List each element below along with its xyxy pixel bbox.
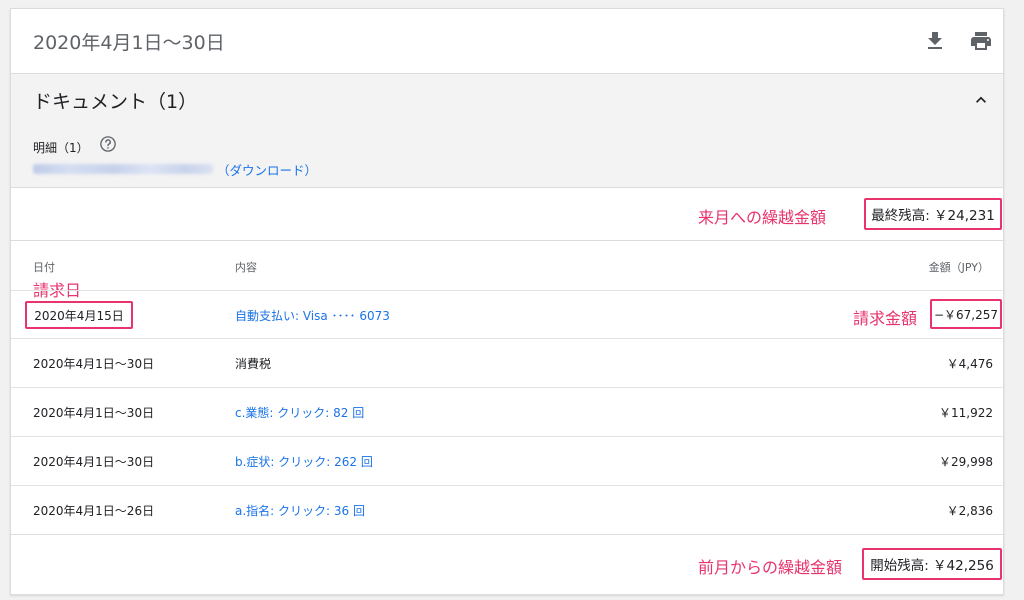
row-date: 2020年4月1日〜30日	[33, 406, 155, 420]
start-balance: 開始残高: ￥42,256	[862, 548, 1002, 580]
row-date: 2020年4月15日	[25, 301, 133, 329]
row-date: 2020年4月1日〜30日	[33, 455, 155, 469]
documents-section: ドキュメント（1） 明細（1） （ダウンロード）	[11, 74, 1003, 188]
row-description: 消費税	[235, 357, 272, 371]
row-description[interactable]: c.業態: クリック: 82 回	[235, 404, 364, 421]
billing-card: 2020年4月1日〜30日 ドキュメント（1） 明細（1） （ダウンロード） 来…	[10, 8, 1004, 595]
row-amount: ￥29,998	[939, 455, 993, 469]
final-balance: 最終残高: ￥24,231	[864, 198, 1002, 230]
final-balance-row: 来月への繰越金額 最終残高: ￥24,231	[11, 188, 1003, 241]
row-date: 2020年4月1日〜30日	[33, 357, 155, 371]
card-header: 2020年4月1日〜30日	[11, 9, 1003, 74]
row-date: 2020年4月1日〜26日	[33, 504, 155, 518]
column-header-content: 内容	[235, 261, 257, 274]
start-balance-row: 前月からの繰越金額 開始残高: ￥42,256	[11, 534, 1003, 595]
billing-amount-annotation: 請求金額	[853, 309, 918, 328]
table-row: 2020年4月1日〜30日 b.症状: クリック: 262 回 ￥29,998	[11, 436, 1003, 485]
table-row: 2020年4月1日〜30日 消費税 ￥4,476	[11, 338, 1003, 387]
row-amount: ￥11,922	[939, 406, 993, 420]
help-circle-icon[interactable]	[99, 135, 117, 153]
table-row: 2020年4月1日〜30日 c.業態: クリック: 82 回 ￥11,922	[11, 387, 1003, 436]
column-header-amount: 金額（JPY）	[928, 261, 989, 274]
row-description[interactable]: 自動支払い: Visa ････ 6073	[235, 307, 390, 324]
carryover-prev-annotation: 前月からの繰越金額	[698, 558, 843, 577]
documents-title: ドキュメント（1）	[33, 91, 198, 113]
row-description[interactable]: b.症状: クリック: 262 回	[235, 453, 373, 470]
blurred-filename[interactable]	[33, 164, 213, 174]
download-icon[interactable]	[923, 29, 947, 53]
table-row: 2020年4月1日〜26日 a.指名: クリック: 36 回 ￥2,836	[11, 485, 1003, 534]
period-title: 2020年4月1日〜30日	[33, 32, 225, 54]
carryover-next-annotation: 来月への繰越金額	[698, 208, 827, 227]
column-header-date: 日付	[33, 261, 55, 274]
row-description[interactable]: a.指名: クリック: 36 回	[235, 502, 365, 519]
download-link[interactable]: （ダウンロード）	[217, 160, 317, 179]
chevron-up-icon[interactable]	[971, 90, 991, 110]
row-amount: ￥4,476	[946, 357, 993, 371]
row-amount: ￥2,836	[946, 504, 993, 518]
table-row: 2020年4月15日 自動支払い: Visa ････ 6073 請求金額 −￥…	[11, 290, 1003, 339]
row-amount: −￥67,257	[930, 299, 1002, 329]
statement-label: 明細（1）	[33, 141, 89, 155]
print-icon[interactable]	[969, 29, 993, 53]
